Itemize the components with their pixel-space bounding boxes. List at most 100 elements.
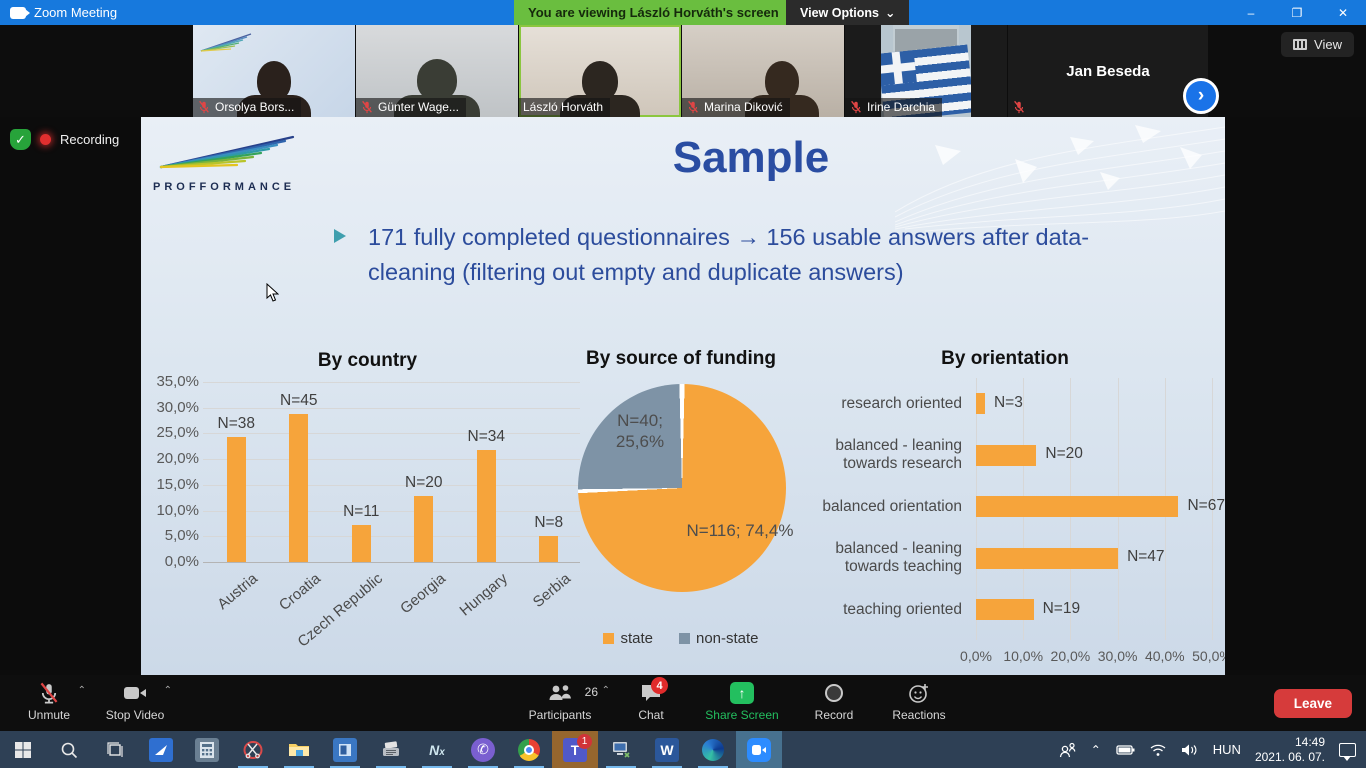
close-button[interactable]: ✕: [1320, 0, 1366, 25]
leave-button[interactable]: Leave: [1274, 689, 1352, 718]
reactions-button[interactable]: Reactions: [874, 675, 964, 731]
profformance-logo-mini: [199, 31, 259, 57]
video-tile-marina[interactable]: Marina Diković: [682, 25, 844, 117]
bar-balanced-leaning-towards-teaching: [976, 548, 1118, 569]
camera-icon: [123, 682, 147, 704]
y-axis-tick: 0,0%: [145, 553, 199, 570]
remote-desktop-icon: [611, 740, 631, 760]
unmute-button[interactable]: Unmute ⌃: [6, 675, 92, 731]
bar-serbia: [539, 536, 558, 562]
volume-icon[interactable]: [1181, 743, 1199, 757]
bar-value-label: N=19: [1043, 600, 1081, 618]
gridline: [203, 408, 580, 409]
maximize-button[interactable]: ❐: [1274, 0, 1320, 25]
word-icon: W: [655, 738, 679, 762]
task-view-button[interactable]: [92, 731, 138, 768]
recording-indicator: Recording: [10, 129, 119, 150]
taskbar-app-chrome[interactable]: [506, 731, 552, 768]
taskbar-app-nx[interactable]: Nx: [414, 731, 460, 768]
category-label: teaching oriented: [790, 584, 962, 636]
file-explorer-icon: [288, 741, 310, 759]
taskbar-clock[interactable]: 14:49 2021. 06. 07.: [1255, 735, 1325, 765]
chevron-up-icon[interactable]: ⌃: [164, 685, 172, 696]
x-axis-tick: 40,0%: [1138, 648, 1192, 664]
x-axis-tick: 0,0%: [949, 648, 1003, 664]
bar-value-label: N=20: [389, 474, 459, 492]
view-button[interactable]: View: [1281, 32, 1354, 57]
people-tray-icon[interactable]: [1059, 742, 1077, 758]
battery-icon[interactable]: [1115, 744, 1135, 756]
chat-unread-badge: 4: [651, 677, 668, 694]
legend-item-non-state: non-state: [679, 630, 759, 647]
taskbar-app-remote-desktop[interactable]: [598, 731, 644, 768]
snipping-tool-icon: [243, 740, 263, 760]
muted-mic-icon: [686, 100, 700, 114]
share-screen-icon: ↑: [730, 682, 754, 704]
taskbar-app-scan[interactable]: [138, 731, 184, 768]
recording-label: Recording: [60, 132, 119, 147]
taskbar-app-teams-active[interactable]: T 1: [552, 731, 598, 768]
clock-time: 14:49: [1255, 735, 1325, 750]
x-axis-line: [203, 562, 580, 563]
gallery-view-icon: [1293, 39, 1307, 50]
taskbar-search-button[interactable]: [46, 731, 92, 768]
next-participants-button[interactable]: ›: [1183, 78, 1219, 114]
participants-button[interactable]: Participants 26 ⌃: [508, 675, 612, 731]
bar-georgia: [414, 496, 433, 562]
category-label: research oriented: [790, 378, 962, 430]
y-axis-tick: 30,0%: [145, 399, 199, 416]
start-button[interactable]: [0, 731, 46, 768]
video-tile-irine[interactable]: Irine Darchia: [845, 25, 1007, 117]
category-label: balanced orientation: [790, 481, 962, 533]
chevron-down-icon: ⌄: [885, 5, 895, 20]
stop-video-button[interactable]: Stop Video ⌃: [92, 675, 178, 731]
chevron-up-icon[interactable]: ⌃: [602, 685, 610, 696]
clock-date: 2021. 06. 07.: [1255, 750, 1325, 765]
logo-wordmark: PROFFORMANCE: [153, 181, 303, 193]
chevron-up-icon[interactable]: ⌃: [78, 685, 86, 696]
muted-mic-icon: [197, 100, 211, 114]
taskbar-app-file-explorer[interactable]: [276, 731, 322, 768]
security-shield-icon[interactable]: [10, 129, 31, 150]
taskbar-app-snipping-tool[interactable]: [230, 731, 276, 768]
video-tile-laszlo-active-speaker[interactable]: László Horváth: [519, 25, 681, 117]
pie-slice-label-non-state: N=40; 25,6%: [594, 410, 686, 453]
action-center-icon[interactable]: [1339, 743, 1356, 757]
chart-title: By country: [145, 350, 590, 372]
taskbar-app-edge[interactable]: [690, 731, 736, 768]
participant-name: Jan Beseda: [1008, 25, 1208, 117]
chart-by-orientation: By orientation 0,0%10,0%20,0%30,0%40,0%5…: [790, 348, 1220, 670]
view-options-button[interactable]: View Options ⌄: [786, 0, 909, 25]
taskbar-app-fax[interactable]: [368, 731, 414, 768]
gridline: [203, 433, 580, 434]
record-button[interactable]: Record: [794, 675, 874, 731]
presentation-slide: PROFFORMANCE Sample 171 fully completed …: [141, 117, 1225, 675]
windows-logo-icon: [14, 741, 32, 759]
mic-muted-icon: [38, 682, 60, 704]
category-label: balanced - leaning towards research: [790, 430, 962, 482]
hidden-icons-chevron[interactable]: ⌃: [1091, 743, 1101, 757]
fax-printer-icon: [381, 740, 401, 760]
video-tile-jan[interactable]: Jan Beseda: [1008, 25, 1208, 117]
legend-item-state: state: [603, 630, 653, 647]
taskbar-app-zoom-active[interactable]: [736, 731, 782, 768]
y-axis-tick: 5,0%: [145, 527, 199, 544]
taskbar-app-viber[interactable]: ✆: [460, 731, 506, 768]
share-screen-button[interactable]: ↑ Share Screen: [690, 675, 794, 731]
video-tile-gunter[interactable]: Günter Wage...: [356, 25, 518, 117]
reactions-smiley-icon: [908, 682, 930, 704]
bar-value-label: N=47: [1127, 548, 1165, 566]
chart-title: By source of funding: [566, 348, 796, 370]
chat-button[interactable]: Chat 4: [612, 675, 690, 731]
video-tile-orsolya[interactable]: Orsolya Bors...: [193, 25, 355, 117]
bar-balanced-orientation: [976, 496, 1178, 517]
bar-hungary: [477, 450, 496, 562]
language-indicator[interactable]: HUN: [1213, 742, 1241, 757]
taskbar-app-photos[interactable]: [322, 731, 368, 768]
shared-screen-area: Recording: [0, 117, 1366, 675]
legend-swatch: [603, 633, 614, 644]
taskbar-app-word[interactable]: W: [644, 731, 690, 768]
taskbar-app-calculator[interactable]: [184, 731, 230, 768]
minimize-button[interactable]: –: [1228, 0, 1274, 25]
wifi-icon[interactable]: [1149, 743, 1167, 757]
